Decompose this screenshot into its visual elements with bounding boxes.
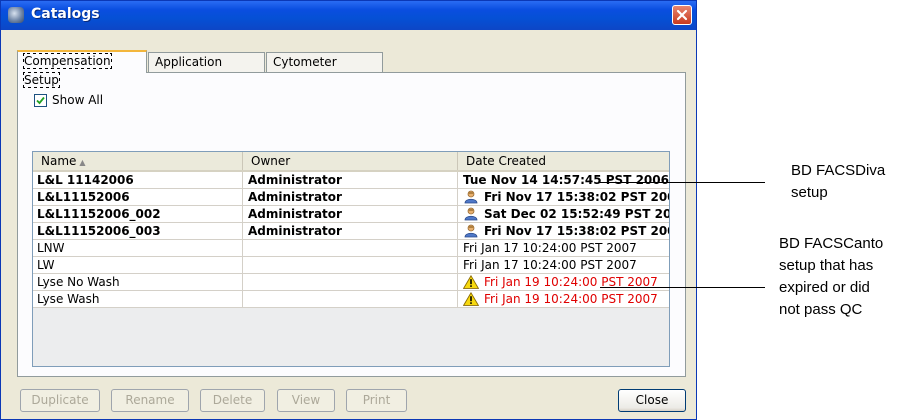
app-icon xyxy=(8,7,24,23)
table-row[interactable]: L&L 11142006 Administrator Tue Nov 14 14:5… xyxy=(33,172,669,189)
cell-date-created: Sat Dec 02 15:52:49 PST 2006 xyxy=(458,206,669,222)
duplicate-button[interactable]: Duplicate xyxy=(20,389,100,412)
table-row[interactable]: L&L11152006_002 Administrator Sat Dec 02 1… xyxy=(33,206,669,223)
warning-icon xyxy=(462,291,480,306)
cell-name: L&L11152006_002 xyxy=(33,206,243,222)
cell-owner xyxy=(243,274,458,290)
callout-line-canto xyxy=(600,287,765,288)
rename-button[interactable]: Rename xyxy=(111,389,189,412)
cell-owner xyxy=(243,291,458,307)
cell-name: LNW xyxy=(33,240,243,256)
callout-diva: BD FACSDiva setup xyxy=(791,160,885,204)
callout-canto-line-3: expired or did xyxy=(779,279,870,296)
view-button[interactable]: View xyxy=(277,389,335,412)
callout-canto-line-4: not pass QC xyxy=(779,301,863,318)
cell-name: Lyse No Wash xyxy=(33,274,243,290)
cell-owner: Administrator xyxy=(243,189,458,205)
show-all-label: Show All xyxy=(52,93,104,107)
catalog-table: Name ▲ Owner Date Created L&L 11142006 Adm… xyxy=(32,151,670,367)
cell-owner xyxy=(243,257,458,273)
callout-diva-line-1: BD FACSDiva xyxy=(791,162,886,179)
tab-cytometer-settings[interactable]: Cytometer Settings xyxy=(266,52,383,88)
user-icon xyxy=(463,190,479,204)
cell-date-created: Tue Nov 14 14:57:45 PST 2006 xyxy=(463,173,669,187)
window-title: Catalogs xyxy=(31,6,100,22)
table-row[interactable]: LW Fri Jan 17 10:24:00 PST 2007 xyxy=(33,257,669,274)
cell-owner: Administrator xyxy=(243,223,458,239)
catalogs-window: Catalogs Compensation Setup Application … xyxy=(0,0,697,420)
cell-name: L&L11152006_003 xyxy=(33,223,243,239)
callout-line-diva xyxy=(600,182,765,183)
callout-canto: BD FACSCanto setup that has expired or d… xyxy=(779,233,883,321)
delete-button[interactable]: Delete xyxy=(200,389,265,412)
close-button[interactable]: Close xyxy=(618,389,686,412)
cell-date-created: Fri Jan 19 10:24:00 PST 2007 xyxy=(458,291,669,307)
warning-icon xyxy=(462,274,480,289)
callout-diva-line-2: setup xyxy=(791,184,828,201)
cell-name: LW xyxy=(33,257,243,273)
table-row[interactable]: Lyse Wash Fri Jan 19 10:24:00 PST 2007 xyxy=(33,291,669,308)
cell-name: Lyse Wash xyxy=(33,291,243,307)
table-row[interactable]: L&L11152006 Administrator Fri Nov 17 15:38… xyxy=(33,189,669,206)
title-bar[interactable]: Catalogs xyxy=(1,1,696,30)
user-icon xyxy=(463,207,479,221)
table-header: Name ▲ Owner Date Created xyxy=(33,152,669,172)
show-all-checkbox[interactable] xyxy=(34,94,47,107)
column-header-date-created[interactable]: Date Created xyxy=(458,152,669,170)
cell-owner xyxy=(243,240,458,256)
table-row[interactable]: LNW Fri Jan 17 10:24:00 PST 2007 xyxy=(33,240,669,257)
tab-application-settings[interactable]: Application Settings xyxy=(148,52,265,88)
callout-canto-line-1: BD FACSCanto xyxy=(779,235,884,252)
cell-name: L&L 11142006 xyxy=(33,172,243,188)
cell-date-created: Fri Jan 17 10:24:00 PST 2007 xyxy=(463,241,637,255)
column-header-name[interactable]: Name ▲ xyxy=(33,152,243,170)
cell-name: L&L11152006 xyxy=(33,189,243,205)
user-icon xyxy=(463,224,479,238)
table-row[interactable]: L&L11152006_003 Administrator Fri Nov 17 1… xyxy=(33,223,669,240)
compensation-setup-panel: Show All Name ▲ Owner Date Created L&L 11… xyxy=(17,72,686,377)
table-body: L&L 11142006 Administrator Tue Nov 14 14:5… xyxy=(33,172,669,308)
sort-ascending-icon: ▲ xyxy=(79,158,86,167)
cell-date-created: Fri Jan 17 10:24:00 PST 2007 xyxy=(463,258,637,272)
column-header-owner[interactable]: Owner xyxy=(243,152,458,170)
tab-compensation-setup[interactable]: Compensation Setup xyxy=(17,50,147,88)
callout-canto-line-2: setup that has xyxy=(779,257,874,274)
print-button[interactable]: Print xyxy=(346,389,407,412)
cell-owner: Administrator xyxy=(243,172,458,188)
cell-date-created: Fri Nov 17 15:38:02 PST 2006 xyxy=(458,189,669,205)
cell-owner: Administrator xyxy=(243,206,458,222)
table-row[interactable]: Lyse No Wash Fri Jan 19 10:24:00 PST 2007 xyxy=(33,274,669,291)
window-close-icon[interactable] xyxy=(672,5,692,25)
cell-date-created: Fri Nov 17 15:38:02 PST 2006 xyxy=(458,223,669,239)
